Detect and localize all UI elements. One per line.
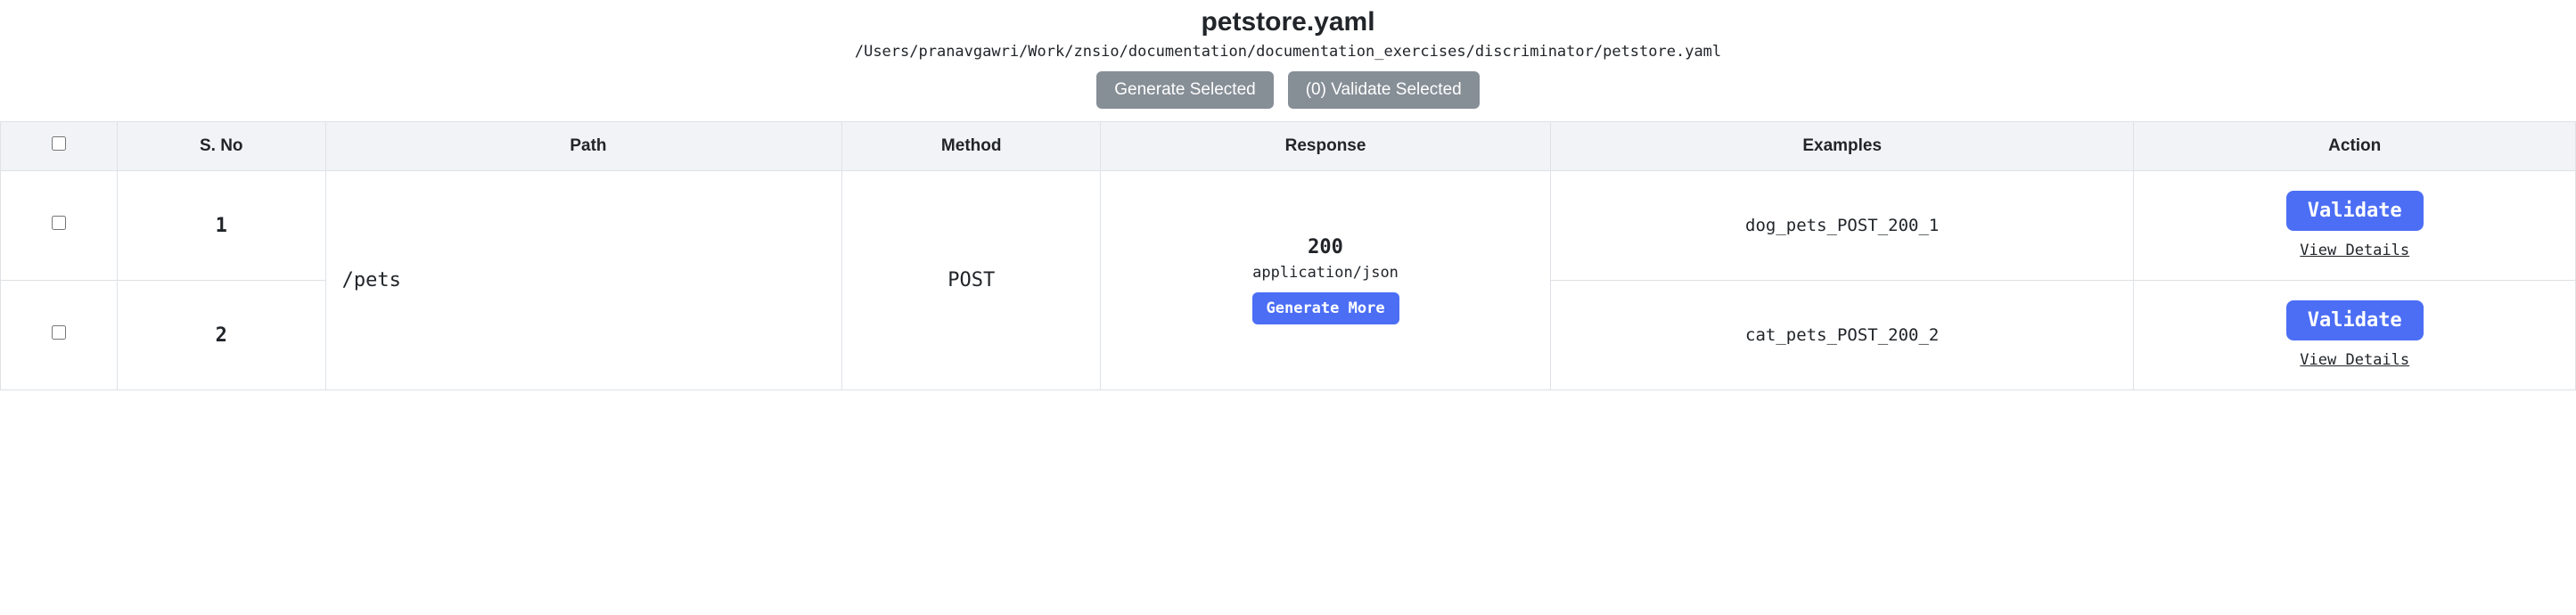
- validate-selected-button[interactable]: (0) Validate Selected: [1288, 71, 1480, 109]
- generate-selected-button[interactable]: Generate Selected: [1096, 71, 1273, 109]
- row-checkbox[interactable]: [52, 216, 66, 230]
- validate-selected-label: Validate Selected: [1331, 80, 1461, 100]
- view-details-link[interactable]: View Details: [2300, 242, 2409, 259]
- sno-value: 1: [216, 215, 227, 237]
- col-header-method: Method: [842, 122, 1101, 171]
- col-header-response: Response: [1101, 122, 1551, 171]
- generate-more-button[interactable]: Generate More: [1252, 292, 1399, 324]
- validate-button[interactable]: Validate: [2286, 300, 2424, 340]
- select-all-checkbox[interactable]: [52, 136, 66, 151]
- view-details-link[interactable]: View Details: [2300, 351, 2409, 369]
- example-name: dog_pets_POST_200_1: [1745, 216, 1939, 235]
- path-value: /pets: [342, 269, 401, 291]
- validate-button[interactable]: Validate: [2286, 191, 2424, 231]
- response-code: 200: [1112, 236, 1539, 258]
- row-checkbox[interactable]: [52, 325, 66, 340]
- col-header-path: Path: [325, 122, 842, 171]
- col-header-checkbox: [1, 122, 118, 171]
- col-header-sno: S. No: [117, 122, 325, 171]
- content-type: application/json: [1112, 264, 1539, 282]
- table-row: 1 /pets POST 200 application/json Genera…: [1, 171, 2576, 281]
- col-header-examples: Examples: [1550, 122, 2133, 171]
- col-header-action: Action: [2134, 122, 2576, 171]
- example-name: cat_pets_POST_200_2: [1745, 325, 1939, 345]
- validate-selected-count: (0): [1306, 80, 1326, 100]
- file-path: /Users/pranavgawri/Work/znsio/documentat…: [0, 43, 2576, 61]
- method-value: POST: [948, 269, 995, 291]
- endpoints-table: S. No Path Method Response Examples Acti…: [0, 121, 2576, 390]
- sno-value: 2: [216, 324, 227, 347]
- page-title: petstore.yaml: [0, 7, 2576, 37]
